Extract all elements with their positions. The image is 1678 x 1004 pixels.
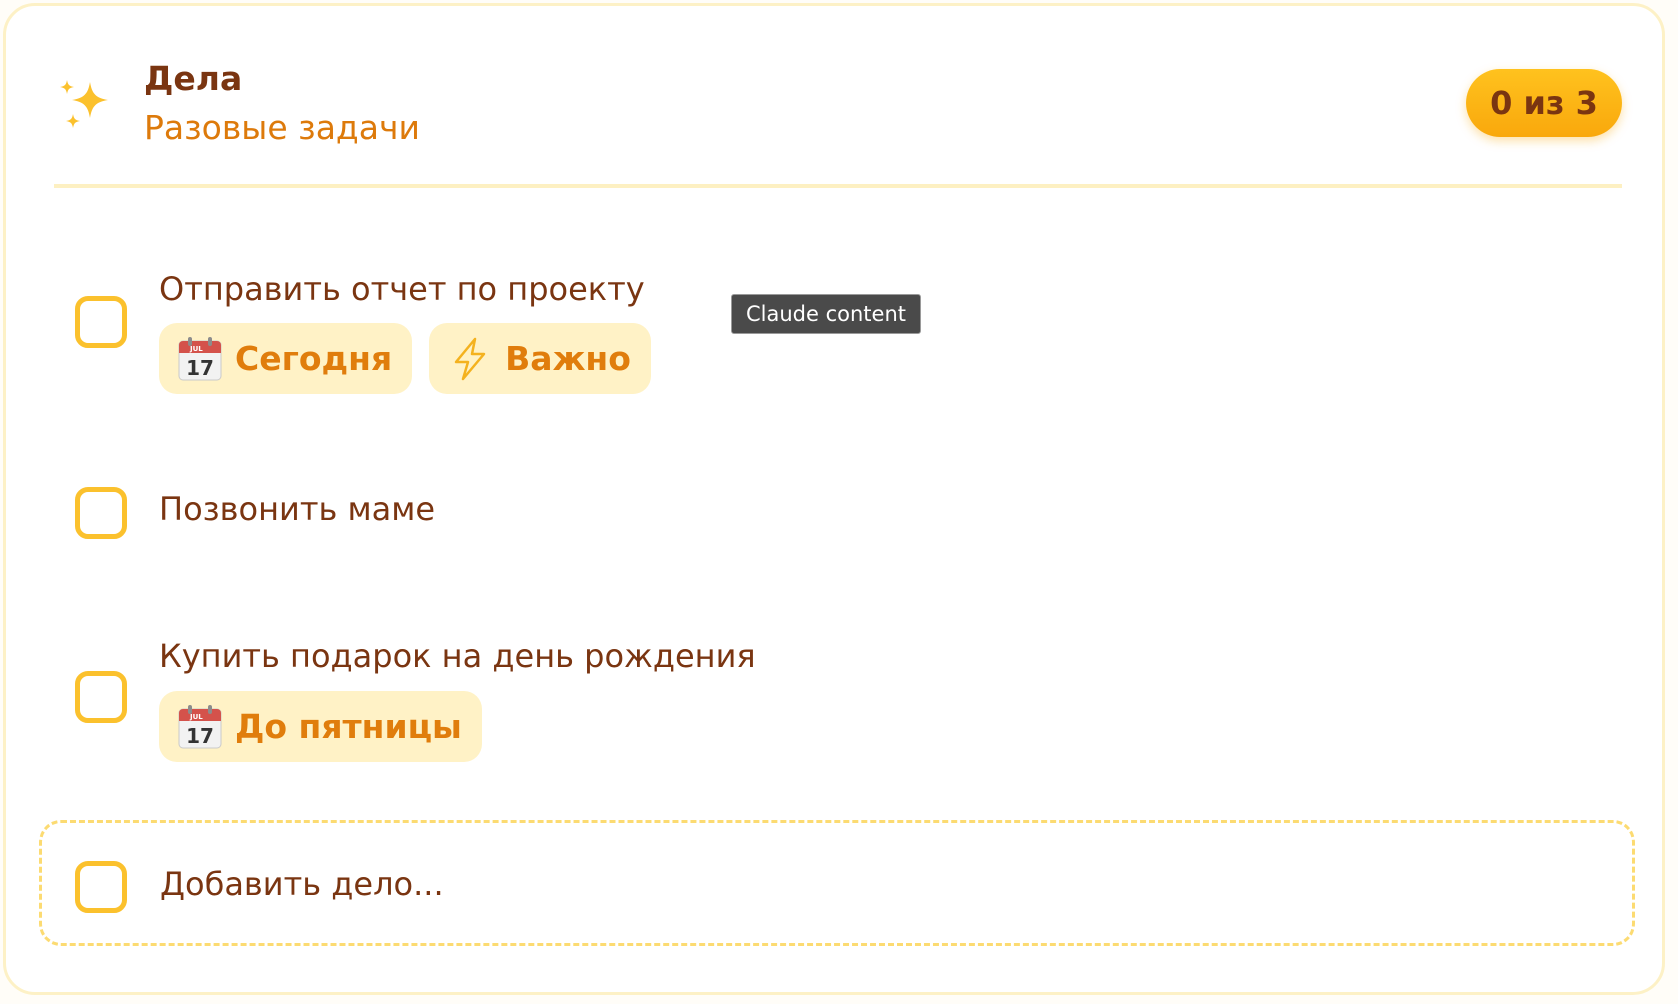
calendar-icon: JUL 17 xyxy=(178,336,222,380)
task-text[interactable]: Позвонить маме xyxy=(159,490,435,528)
card-header: Дела Разовые задачи 0 из 3 xyxy=(54,6,1622,188)
tag-date[interactable]: JUL 17 Сегодня xyxy=(159,323,413,394)
add-task-checkbox xyxy=(75,861,127,913)
svg-text:17: 17 xyxy=(186,724,214,748)
progress-counter-badge: 0 из 3 xyxy=(1466,69,1622,137)
task-text[interactable]: Отправить отчет по проекту xyxy=(159,270,645,308)
tag-label: До пятницы xyxy=(235,707,462,746)
calendar-icon: JUL 17 xyxy=(178,704,222,748)
add-task-row[interactable]: Добавить дело... xyxy=(39,820,1635,946)
tag-date[interactable]: JUL 17 До пятницы xyxy=(159,691,482,762)
tooltip: Claude content xyxy=(731,294,922,334)
todo-card: Дела Разовые задачи 0 из 3 Отправить отч… xyxy=(3,3,1665,995)
task-tags: JUL 17 До пятницы xyxy=(159,691,482,762)
svg-text:JUL: JUL xyxy=(189,345,203,353)
card-title: Дела xyxy=(144,59,243,98)
tag-label: Важно xyxy=(505,339,631,378)
lightning-icon xyxy=(454,337,486,380)
task-checkbox[interactable] xyxy=(75,671,127,723)
svg-text:17: 17 xyxy=(186,356,214,380)
add-task-input[interactable]: Добавить дело... xyxy=(160,865,444,903)
tag-priority[interactable]: Важно xyxy=(429,323,651,394)
task-checkbox[interactable] xyxy=(75,487,127,539)
task-checkbox[interactable] xyxy=(75,296,127,348)
svg-text:JUL: JUL xyxy=(189,713,203,721)
tag-label: Сегодня xyxy=(235,339,393,378)
task-text[interactable]: Купить подарок на день рождения xyxy=(159,637,756,675)
card-subtitle: Разовые задачи xyxy=(144,108,420,147)
sparkle-icon xyxy=(60,80,108,128)
task-tags: JUL 17 Сегодня Важно xyxy=(159,323,651,394)
